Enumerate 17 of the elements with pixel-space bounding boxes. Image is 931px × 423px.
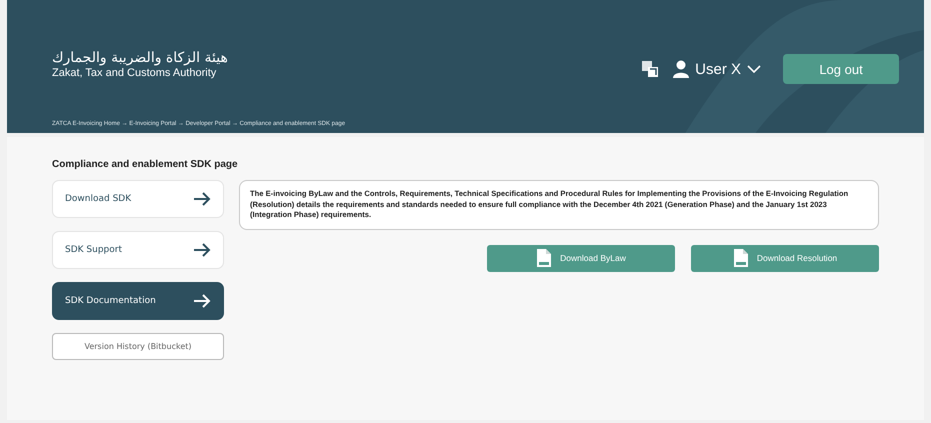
sidebar-item[interactable]: Download SDK	[52, 180, 224, 218]
user-menu[interactable]: User X	[673, 60, 761, 78]
arrow-right-icon	[193, 294, 211, 308]
logo-arabic-text: هيئة الزكاة والضريبة والجمارك	[52, 50, 228, 66]
language-icon[interactable]	[641, 60, 660, 78]
arrow-right-icon	[193, 243, 211, 257]
page-title: Compliance and enablement SDK page	[52, 159, 239, 170]
user-icon	[673, 60, 690, 78]
chevron-down-icon	[747, 64, 761, 74]
arrow-right-icon	[193, 192, 211, 206]
document-icon	[536, 248, 552, 268]
version-history-button[interactable]: Version History (Bitbucket)	[52, 333, 224, 360]
logo-english-text: Zakat, Tax and Customs Authority	[52, 67, 218, 79]
sidebar-item[interactable]: SDK Support	[52, 231, 224, 269]
user-name: User X	[695, 60, 741, 78]
document-icon	[732, 248, 749, 268]
sidebar-item[interactable]: SDK Documentation	[52, 282, 224, 320]
